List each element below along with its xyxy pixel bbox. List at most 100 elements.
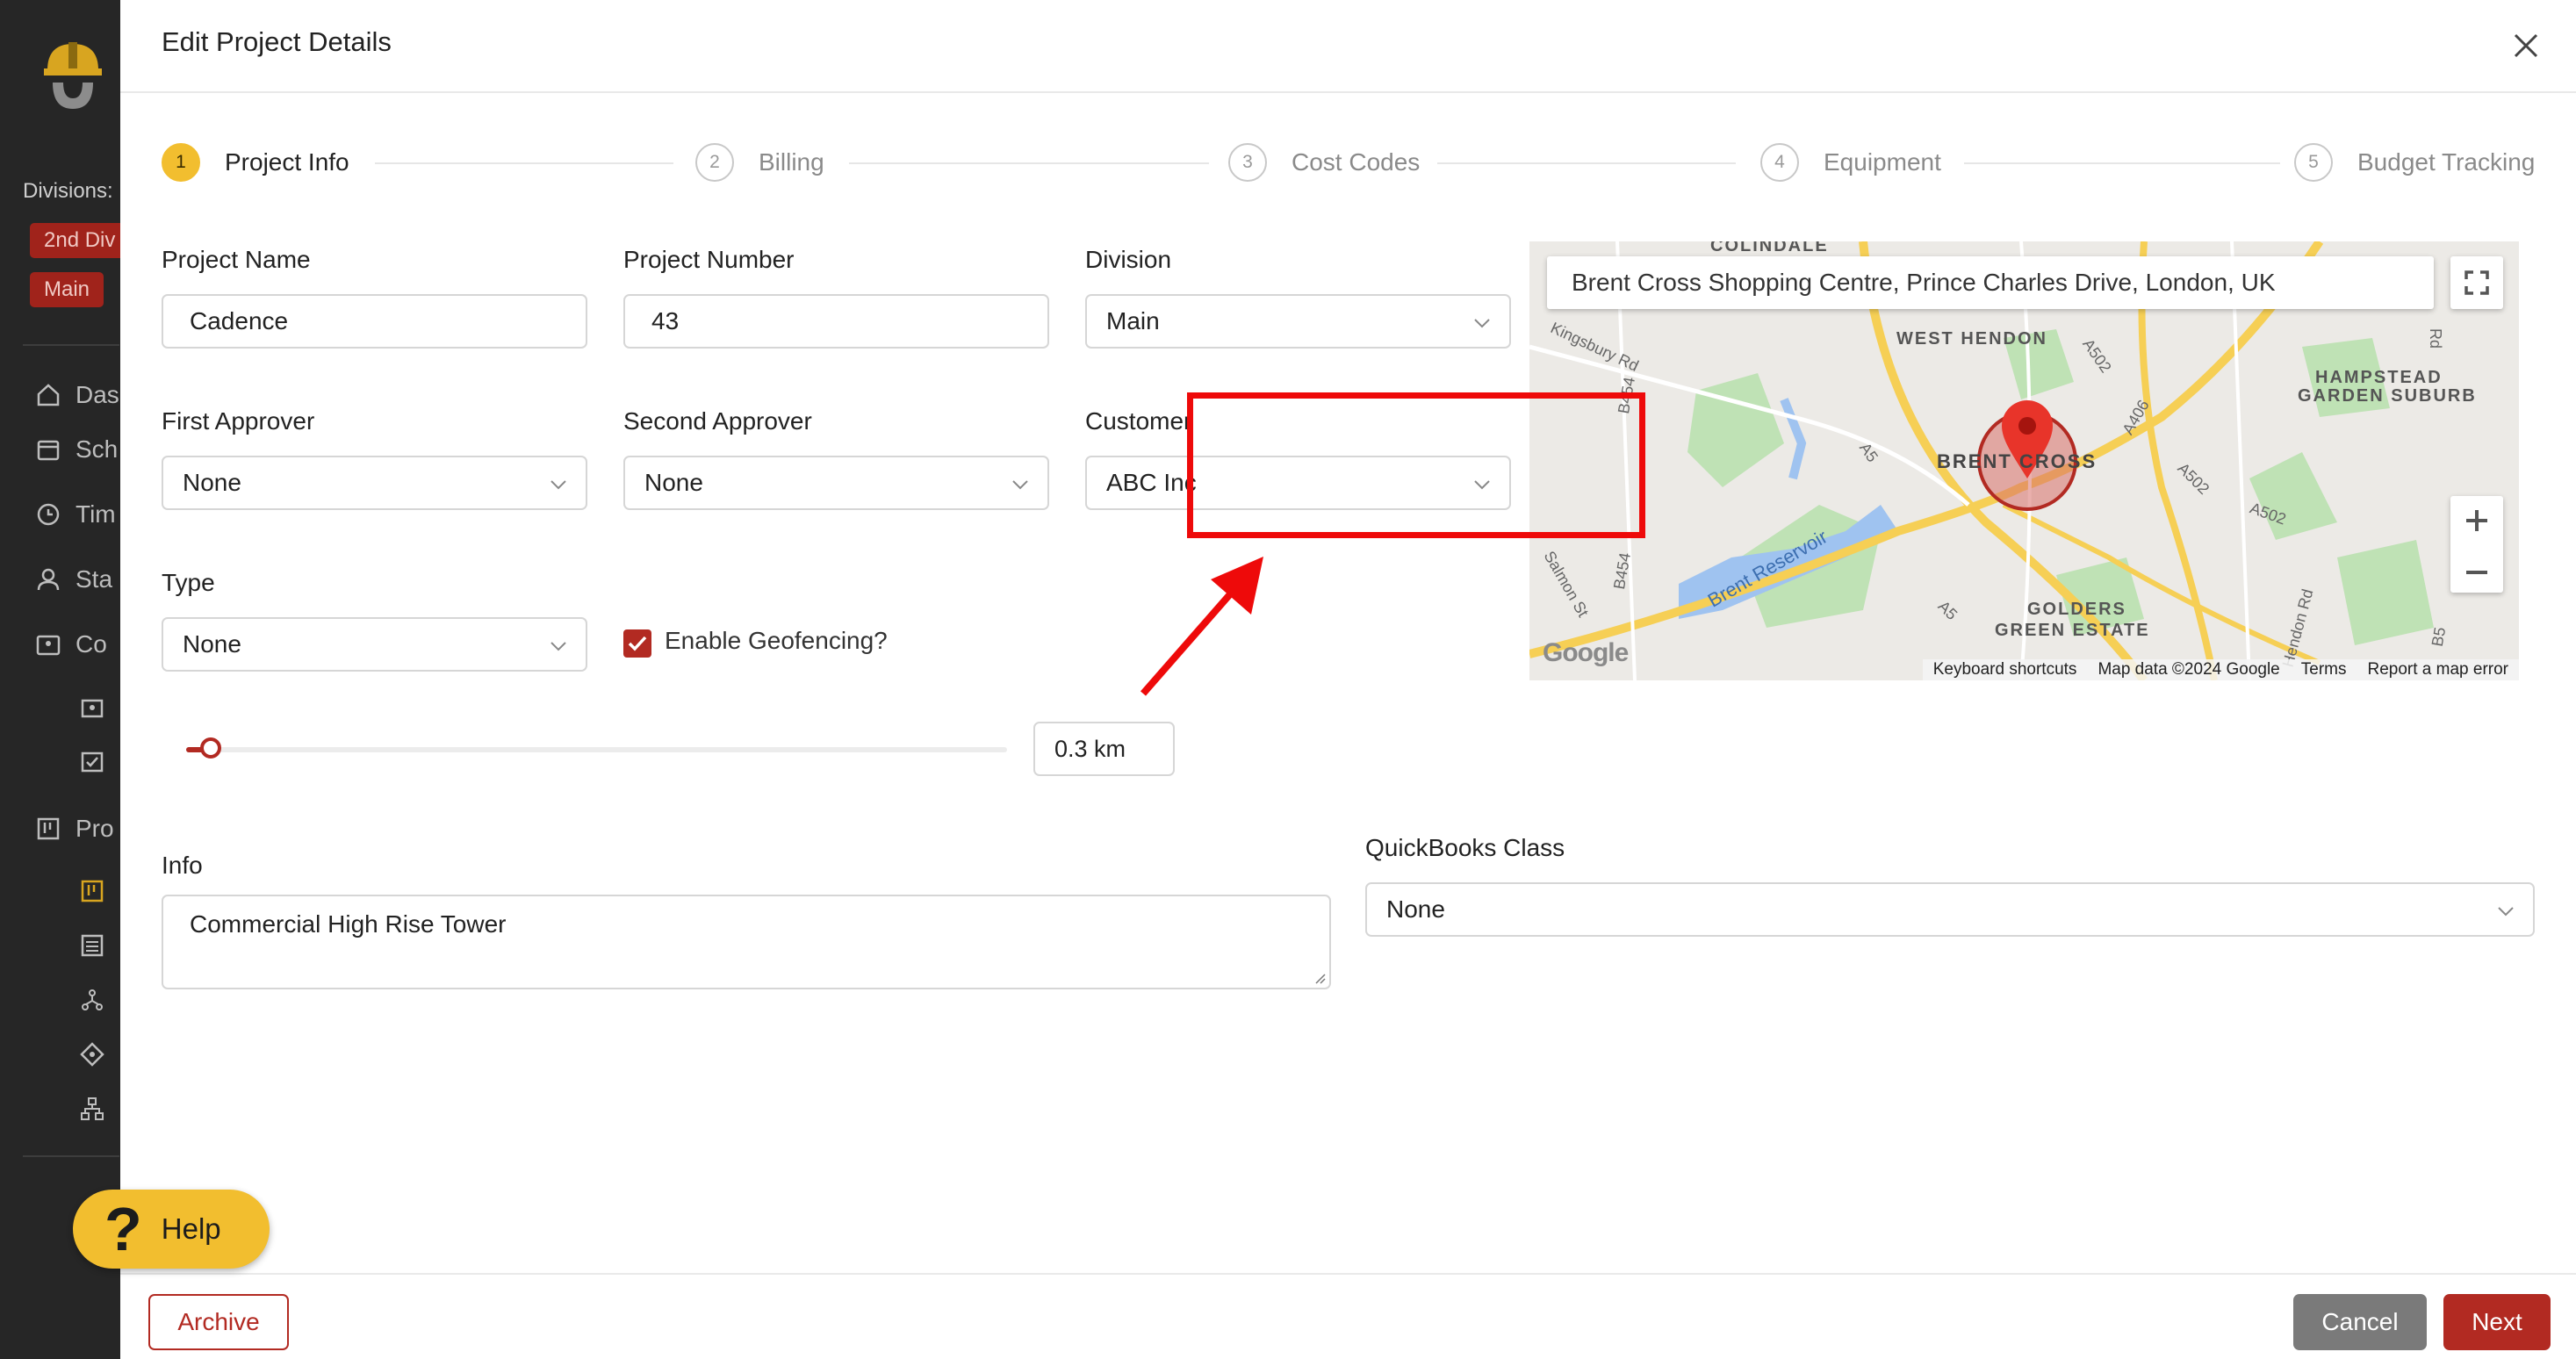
project-board-icon[interactable]	[79, 878, 105, 904]
terms-link[interactable]: Terms	[2291, 660, 2357, 680]
geofence-radius-slider[interactable]	[186, 747, 1007, 752]
step-billing[interactable]: 2 Billing	[695, 140, 824, 184]
kanban-icon	[37, 817, 60, 840]
step-equipment[interactable]: 4 Equipment	[1760, 140, 1941, 184]
help-button[interactable]: ? Help	[73, 1190, 270, 1269]
map-road-label: Rd	[2427, 327, 2445, 349]
geofencing-checkbox[interactable]	[623, 629, 651, 658]
list-document-icon[interactable]	[79, 932, 105, 959]
map-road-label: B5	[2428, 625, 2450, 648]
sidebar-item-time[interactable]: Tim	[35, 497, 116, 532]
sidebar-item-label: Sch	[76, 435, 119, 463]
division-badge-2nd[interactable]: 2nd Div	[30, 223, 120, 258]
sidebar-item-label: Tim	[76, 500, 116, 528]
map-fullscreen-button[interactable]	[2450, 256, 2503, 309]
step-connector	[849, 162, 1209, 164]
step-number: 5	[2294, 143, 2333, 182]
hierarchy-icon[interactable]	[79, 1096, 105, 1122]
map-label: WEST HENDON	[1896, 329, 2047, 349]
contact-card-icon	[36, 635, 61, 656]
checkmark-icon	[628, 636, 647, 651]
sidebar-item-projects[interactable]: Pro	[35, 811, 114, 846]
next-button[interactable]: Next	[2443, 1294, 2551, 1350]
map-footer: Keyboard shortcuts Map data ©2024 Google…	[1922, 659, 2519, 680]
geofence-radius-input[interactable]: 0.3 km	[1033, 722, 1175, 776]
help-label: Help	[161, 1212, 221, 1245]
keyboard-shortcuts-link[interactable]: Keyboard shortcuts	[1923, 660, 2088, 680]
second-approver-label: Second Approver	[623, 407, 812, 435]
sidebar-item-dashboard[interactable]: Das	[35, 378, 119, 413]
project-name-input[interactable]: Cadence	[162, 294, 587, 349]
project-number-label: Project Number	[623, 246, 795, 273]
cancel-button[interactable]: Cancel	[2293, 1294, 2427, 1350]
step-budget-tracking[interactable]: 5 Budget Tracking	[2294, 140, 2535, 184]
step-connector	[1964, 162, 2280, 164]
second-approver-value: None	[644, 469, 703, 496]
division-value: Main	[1106, 307, 1160, 334]
second-approver-select[interactable]: None	[623, 456, 1049, 510]
first-approver-label: First Approver	[162, 407, 315, 435]
user-icon	[37, 568, 60, 591]
customer-value: ABC Inc	[1106, 469, 1197, 496]
info-textarea[interactable]: Commercial High Rise Tower	[162, 895, 1331, 989]
first-approver-value: None	[183, 469, 241, 496]
resize-handle-icon[interactable]	[1313, 972, 1326, 984]
step-number: 4	[1760, 143, 1799, 182]
quickbooks-class-value: None	[1386, 895, 1445, 923]
first-approver-select[interactable]: None	[162, 456, 587, 510]
step-label: Cost Codes	[1292, 148, 1421, 176]
map-label: GARDEN SUBURB	[2298, 386, 2477, 406]
google-logo: Google	[1543, 638, 1629, 667]
diamond-icon[interactable]	[79, 1041, 105, 1068]
app-sidebar: Divisions: 2nd Div Main Das Sch Tim Sta …	[0, 0, 120, 1359]
calendar-icon	[37, 440, 60, 461]
division-select[interactable]: Main	[1085, 294, 1511, 349]
map-label: BRENT CROSS	[1937, 450, 2097, 472]
zoom-in-icon[interactable]	[2450, 496, 2503, 544]
quickbooks-class-select[interactable]: None	[1365, 882, 2535, 937]
sidebar-item-schedule[interactable]: Sch	[35, 432, 118, 467]
report-map-error-link[interactable]: Report a map error	[2357, 660, 2519, 680]
modal-footer: Archive Cancel Next	[120, 1273, 2576, 1359]
contact-sub-icon[interactable]	[79, 695, 105, 722]
zoom-out-icon[interactable]	[2450, 549, 2503, 597]
type-label: Type	[162, 569, 215, 596]
archive-button[interactable]: Archive	[148, 1294, 289, 1350]
modal-header: Edit Project Details	[120, 0, 2576, 93]
project-number-input[interactable]: 43	[623, 294, 1049, 349]
edit-project-modal: Edit Project Details 1 Project Info 2 Bi…	[120, 0, 2576, 1359]
slider-thumb[interactable]	[200, 737, 222, 759]
hardhat-logo-icon	[44, 42, 102, 109]
geofencing-label: Enable Geofencing?	[665, 627, 888, 654]
chevron-down-icon	[2498, 907, 2514, 917]
chevron-down-icon	[1012, 480, 1028, 490]
modal-title: Edit Project Details	[162, 26, 392, 57]
chevron-down-icon	[550, 480, 566, 490]
sidebar-item-contacts[interactable]: Co	[35, 627, 107, 662]
sidebar-item-label: Co	[76, 630, 107, 658]
step-number: 2	[695, 143, 734, 182]
checkbox-list-icon[interactable]	[79, 748, 105, 774]
step-label: Budget Tracking	[2357, 148, 2536, 176]
fullscreen-icon	[2464, 270, 2489, 295]
customer-select[interactable]: ABC Inc	[1085, 456, 1511, 510]
home-icon	[37, 384, 60, 406]
step-label: Billing	[759, 148, 824, 176]
clock-icon	[37, 503, 60, 526]
project-name-label: Project Name	[162, 246, 311, 273]
close-icon[interactable]	[2508, 28, 2544, 63]
customer-label: Customer	[1085, 407, 1192, 435]
network-icon[interactable]	[79, 987, 105, 1013]
step-cost-codes[interactable]: 3 Cost Codes	[1228, 140, 1420, 184]
location-map[interactable]: COLINDALE WEST HENDON HAMPSTEAD GARDEN S…	[1529, 241, 2519, 680]
divisions-label: Divisions:	[23, 179, 113, 203]
map-search-input[interactable]: Brent Cross Shopping Centre, Prince Char…	[1547, 256, 2434, 309]
step-connector	[1437, 162, 1736, 164]
step-connector	[375, 162, 673, 164]
sidebar-divider	[23, 344, 119, 346]
info-value: Commercial High Rise Tower	[190, 910, 507, 938]
type-select[interactable]: None	[162, 617, 587, 672]
division-badge-main[interactable]: Main	[30, 272, 104, 307]
sidebar-item-staff[interactable]: Sta	[35, 562, 112, 597]
step-project-info[interactable]: 1 Project Info	[162, 140, 349, 184]
